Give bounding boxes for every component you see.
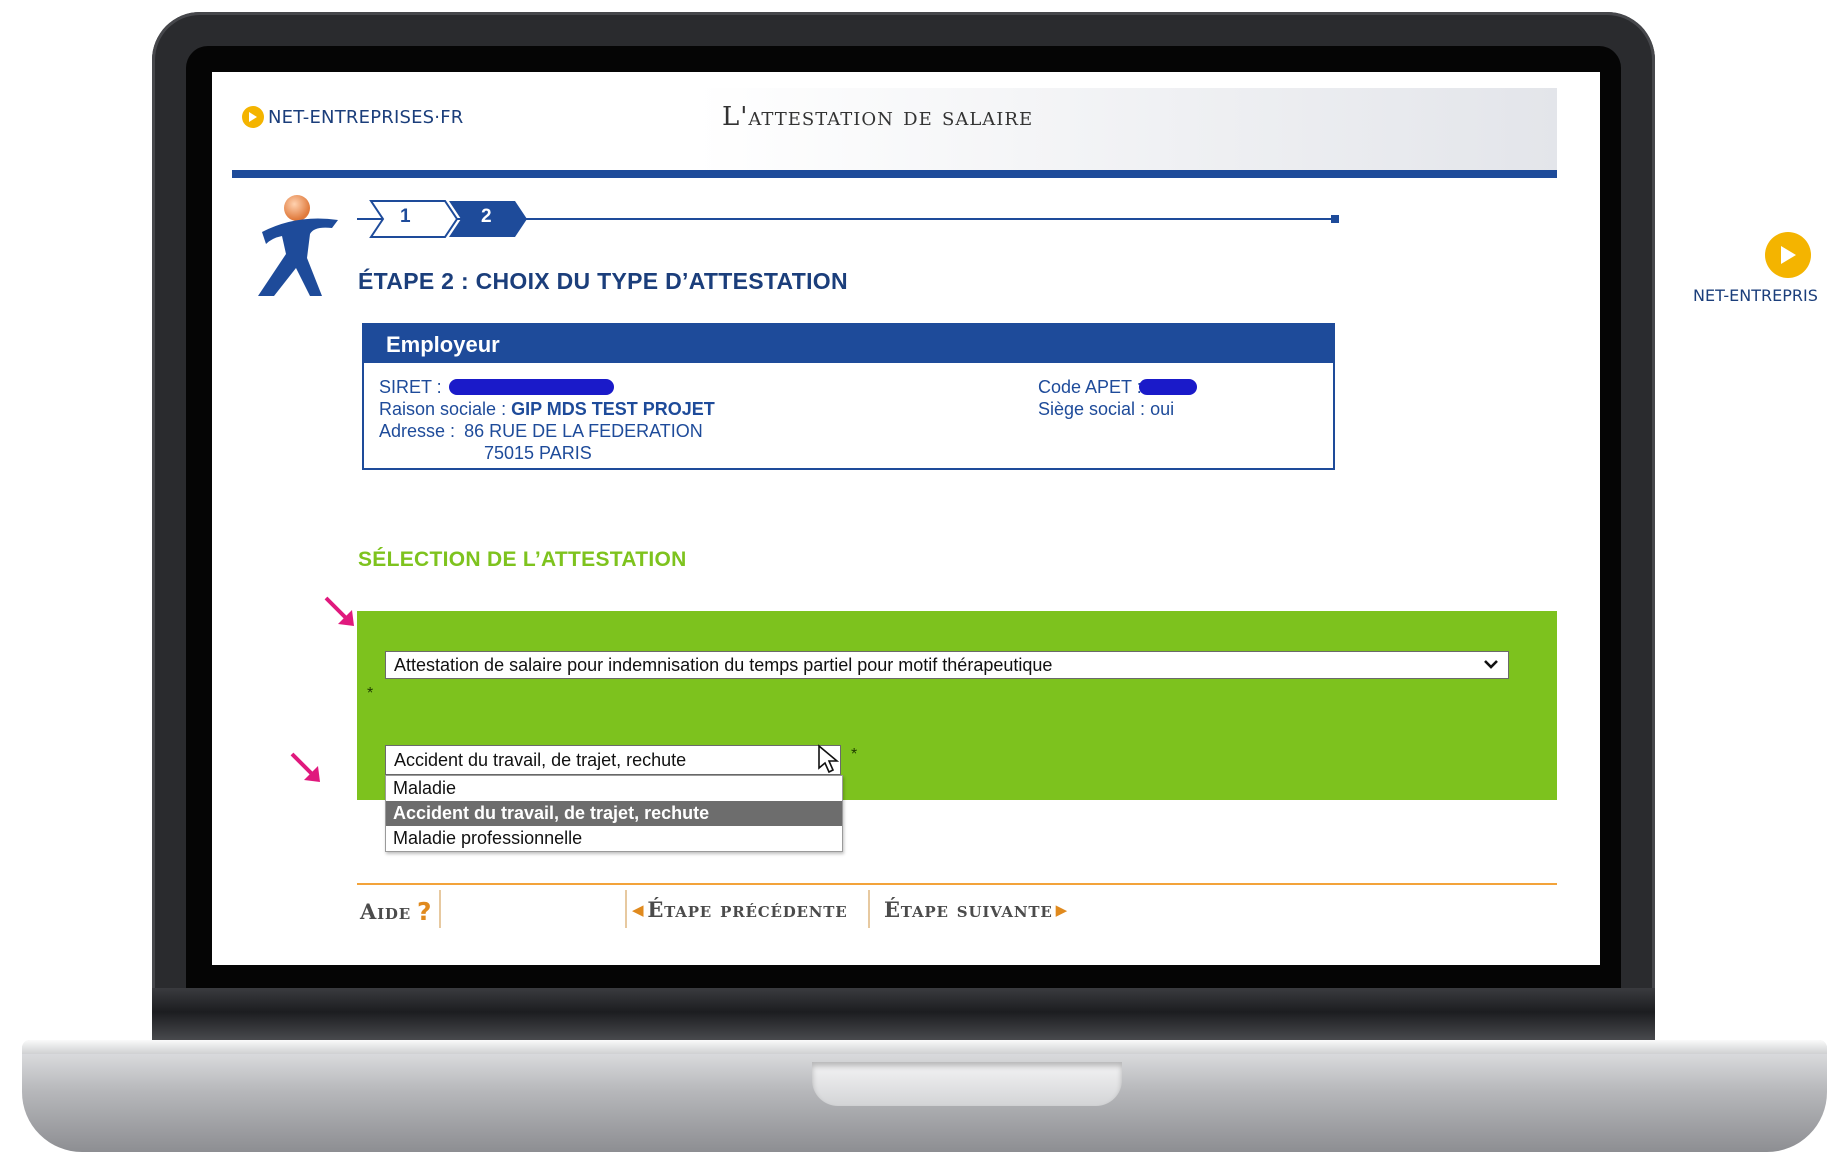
siege-row: Siège social : oui — [1038, 398, 1197, 420]
required-marker: * — [851, 746, 858, 763]
brand-name: NET-ENTREPRISES·FR — [268, 106, 464, 128]
help-label: Aide — [360, 899, 411, 924]
raison-sociale-label: Raison sociale : — [379, 399, 507, 419]
selection-panel: Attestation de salaire pour indemnisatio… — [357, 611, 1557, 800]
laptop-hinge — [152, 988, 1655, 1048]
mascot-icon — [258, 195, 338, 296]
motif-select[interactable]: Accident du travail, de trajet, rechute — [385, 745, 841, 775]
footer-divider — [625, 890, 627, 928]
next-step-label: Étape suivante — [884, 897, 1053, 922]
annotation-arrow-icon — [324, 596, 354, 626]
footer-divider — [439, 890, 441, 928]
play-icon — [1765, 232, 1811, 278]
siret-row: SIRET : — [379, 376, 715, 398]
siret-redacted — [448, 379, 614, 395]
selection-title: SÉLECTION DE L’ATTESTATION — [358, 548, 687, 571]
screen: NET-ENTREPRISES·FR L'attestation de sala… — [212, 72, 1600, 965]
motif-value: Accident du travail, de trajet, rechute — [394, 750, 687, 770]
option-accident-travail[interactable]: Accident du travail, de trajet, rechute — [386, 801, 842, 826]
attestation-type-select[interactable]: Attestation de salaire pour indemnisatio… — [385, 651, 1509, 679]
previous-step-label: Étape précédente — [647, 897, 848, 922]
employer-identity: SIRET : Raison sociale : GIP MDS TEST PR… — [379, 376, 715, 464]
employer-codes: Code APET : Siège social : oui — [1038, 376, 1197, 420]
chevron-down-icon — [1484, 660, 1498, 669]
raison-sociale-value: GIP MDS TEST PROJET — [511, 399, 715, 419]
employer-box: Employeur SIRET : Raison sociale : GIP M… — [362, 323, 1335, 470]
play-icon — [242, 106, 264, 128]
next-step-button[interactable]: Étape suivante ▶ — [884, 897, 1068, 922]
employer-heading: Employeur — [364, 325, 1333, 363]
annotation-arrow-icon — [290, 752, 320, 782]
apet-row: Code APET : — [1038, 376, 1197, 398]
mouse-cursor-icon — [818, 744, 839, 774]
siege-value: oui — [1150, 399, 1175, 419]
step-progress — [357, 200, 1339, 238]
step-1: 1 — [400, 206, 411, 228]
help-icon: ? — [416, 897, 433, 926]
adresse-line-2: 75015 PARIS — [484, 443, 592, 463]
step-2-number: 2 — [481, 206, 492, 227]
adresse-row: Adresse : 86 RUE DE LA FEDERATION — [379, 420, 715, 442]
adresse-label: Adresse : — [379, 421, 456, 441]
page-title: L'attestation de salaire — [722, 102, 1034, 132]
option-maladie-professionnelle[interactable]: Maladie professionnelle — [386, 826, 842, 851]
laptop-base-lip — [22, 1040, 1827, 1054]
help-button[interactable]: Aide ? — [360, 897, 432, 926]
footer-rule — [357, 883, 1557, 885]
arrow-right-icon: ▶ — [1055, 900, 1068, 919]
apet-redacted — [1138, 379, 1197, 395]
attestation-type-value: Attestation de salaire pour indemnisatio… — [394, 655, 1053, 675]
apet-label: Code APET : — [1038, 377, 1142, 397]
option-maladie[interactable]: Maladie — [386, 776, 842, 801]
adresse-line-1: 86 RUE DE LA FEDERATION — [464, 421, 703, 441]
header-rule — [232, 170, 1557, 178]
side-brand-logo: NET-ENTREPRIS — [1690, 232, 1827, 312]
footer-navigation: Aide ? ◀ Étape précédente Étape suivante… — [357, 886, 1557, 932]
footer-divider — [868, 890, 870, 928]
required-marker: * — [367, 685, 374, 702]
side-brand-name: NET-ENTREPRIS — [1693, 286, 1818, 305]
brand-logo[interactable]: NET-ENTREPRISES·FR — [242, 106, 463, 128]
employer-details: SIRET : Raison sociale : GIP MDS TEST PR… — [364, 363, 1333, 470]
motif-options-list: Maladie Accident du travail, de trajet, … — [385, 775, 843, 852]
step-title: ÉTAPE 2 : CHOIX DU TYPE D’ATTESTATION — [358, 268, 848, 294]
laptop-notch — [812, 1062, 1122, 1106]
arrow-left-icon: ◀ — [632, 900, 645, 919]
siege-label: Siège social : — [1038, 399, 1146, 419]
step-2: 2 — [481, 206, 492, 228]
previous-step-button[interactable]: ◀ Étape précédente — [632, 897, 847, 922]
step-1-number: 1 — [400, 206, 411, 227]
raison-sociale-row: Raison sociale : GIP MDS TEST PROJET — [379, 398, 715, 420]
laptop-base — [22, 1040, 1827, 1152]
siret-label: SIRET : — [379, 377, 442, 397]
